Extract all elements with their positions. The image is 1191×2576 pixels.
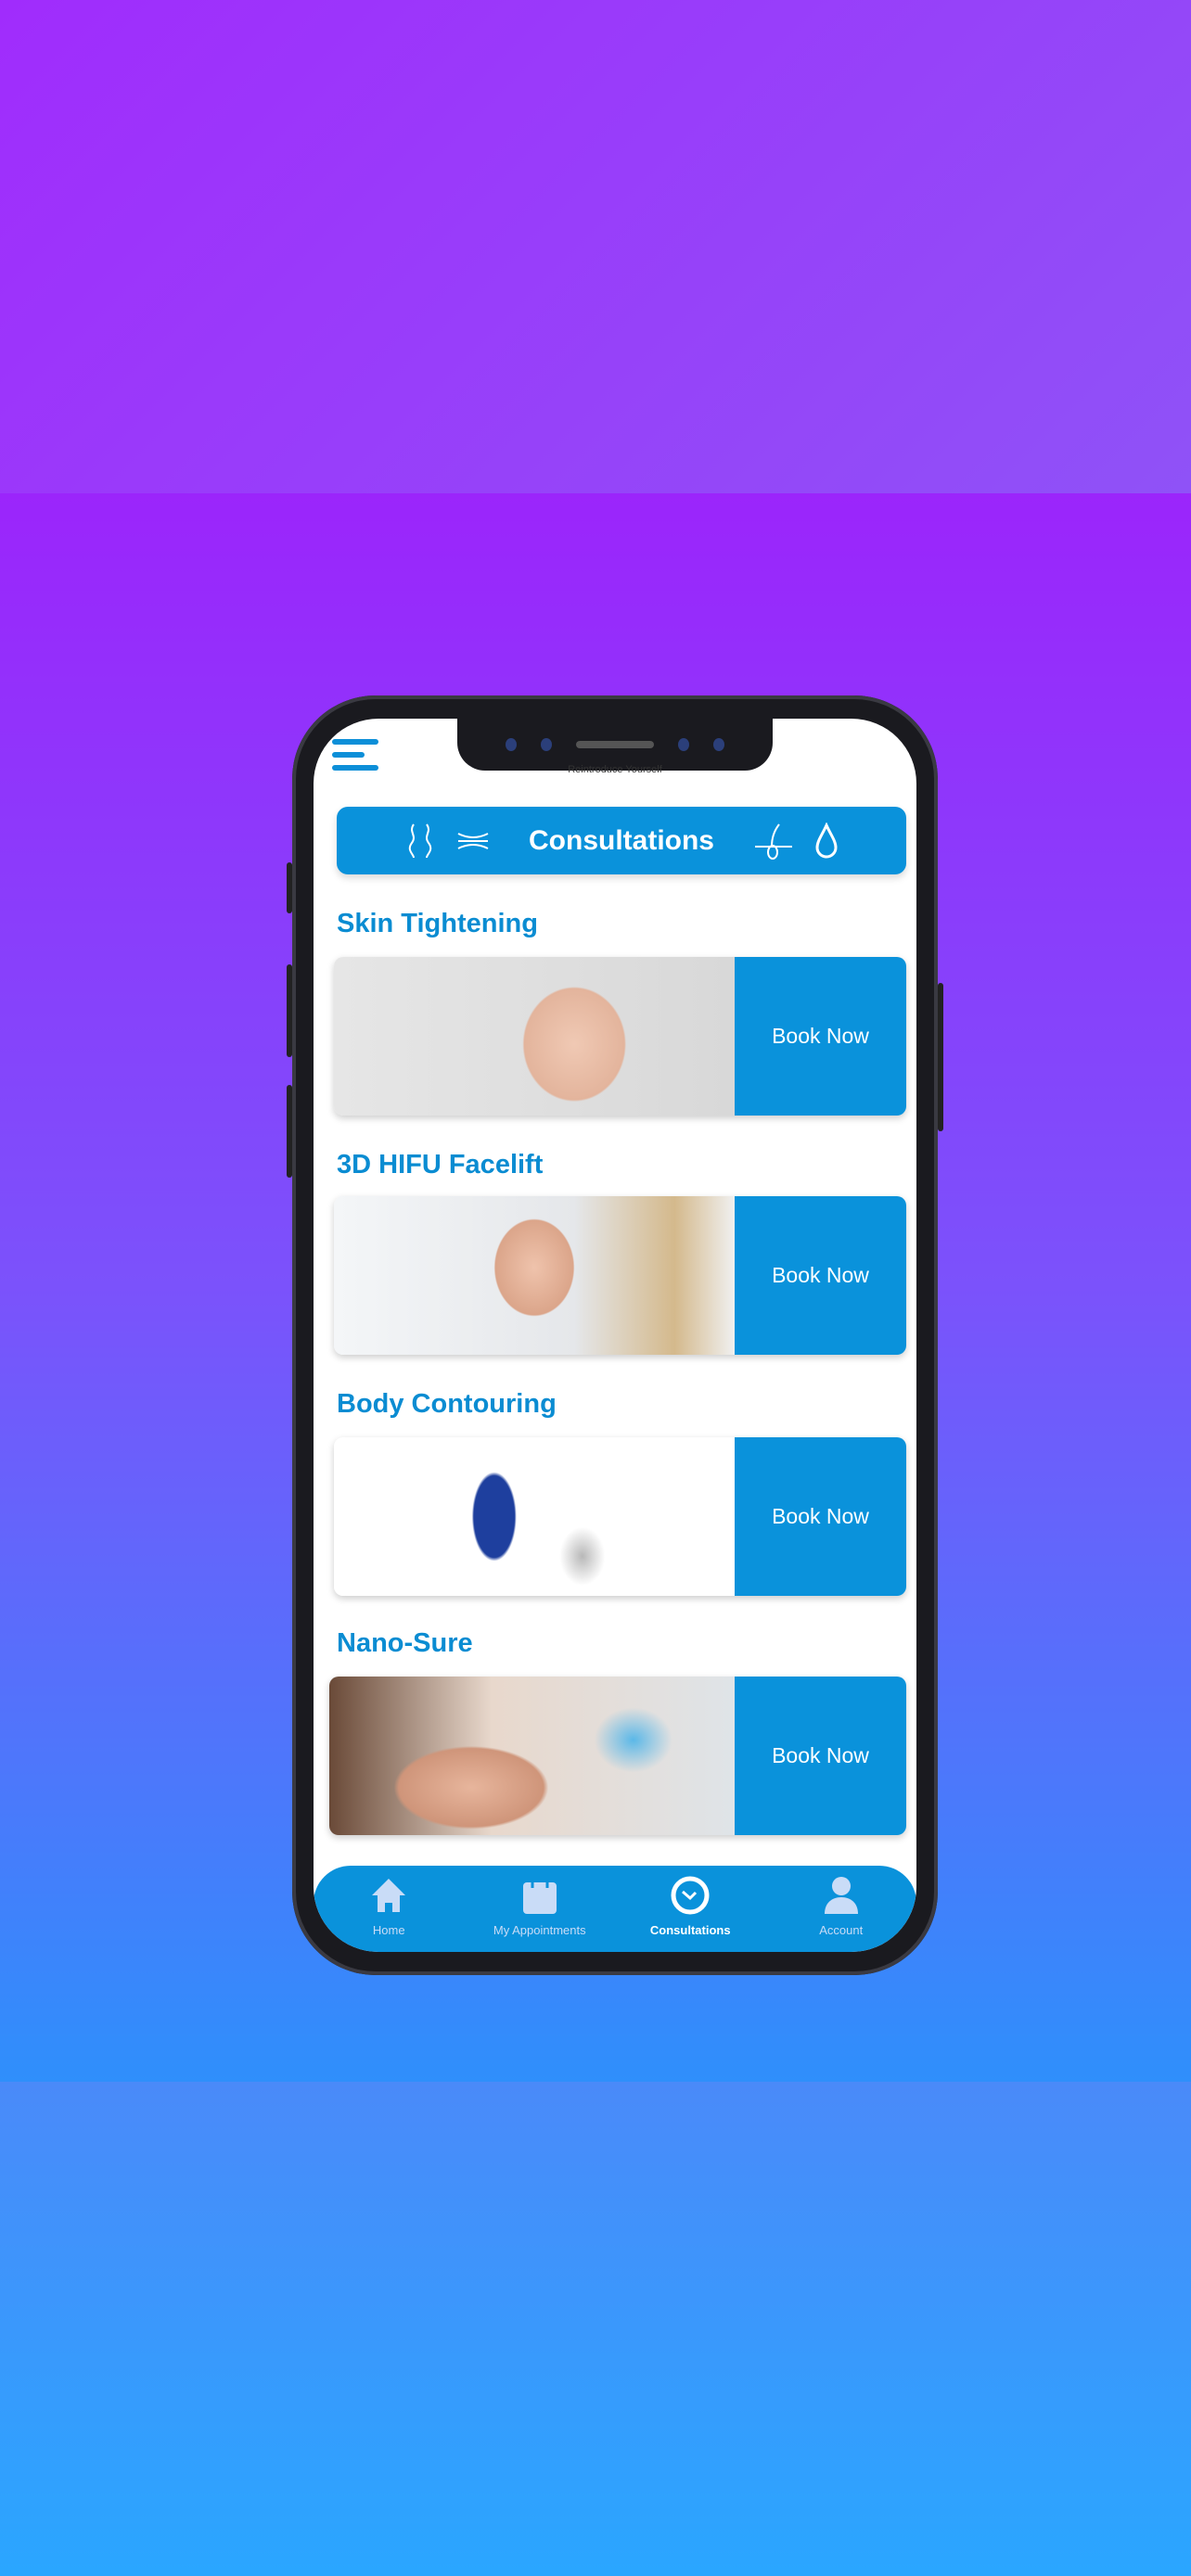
service-title: Body Contouring bbox=[337, 1389, 557, 1419]
nav-label: My Appointments bbox=[493, 1923, 586, 1937]
nav-home[interactable]: Home bbox=[324, 1875, 454, 1937]
service-title: 3D HIFU Facelift bbox=[337, 1150, 544, 1180]
hair-follicle-icon bbox=[755, 823, 792, 860]
body-contouring-image bbox=[334, 1437, 735, 1596]
background-top bbox=[0, 0, 1191, 493]
header-title: Consultations bbox=[529, 824, 714, 856]
book-now-button[interactable]: Book Now bbox=[735, 1677, 906, 1835]
app-screen: Reintroduce Yourself Consultations Skin … bbox=[314, 719, 916, 1952]
nav-consultations[interactable]: Consultations bbox=[625, 1875, 755, 1937]
nav-my-appointments[interactable]: My Appointments bbox=[475, 1875, 605, 1937]
book-now-button[interactable]: Book Now bbox=[735, 1437, 906, 1596]
service-card[interactable]: Book Now bbox=[334, 1437, 906, 1596]
nav-account[interactable]: Account bbox=[776, 1875, 906, 1937]
service-card[interactable]: Book Now bbox=[334, 957, 906, 1116]
hifu-facelift-image bbox=[334, 1196, 735, 1355]
service-title: Nano-Sure bbox=[337, 1628, 473, 1658]
service-card[interactable]: Book Now bbox=[334, 1196, 906, 1355]
nav-label: Consultations bbox=[649, 1923, 731, 1937]
phone-button bbox=[287, 862, 292, 913]
service-title: Skin Tightening bbox=[337, 909, 538, 938]
book-now-button[interactable]: Book Now bbox=[735, 1196, 906, 1355]
user-icon bbox=[824, 1877, 858, 1914]
background-bottom bbox=[0, 2082, 1191, 2576]
home-icon bbox=[372, 1879, 406, 1912]
phone-button bbox=[287, 1085, 292, 1178]
phone-frame: Reintroduce Yourself Consultations Skin … bbox=[287, 695, 943, 1975]
nav-label: Home bbox=[372, 1923, 405, 1937]
compress-icon bbox=[457, 832, 489, 849]
body-contour-icon bbox=[408, 823, 432, 858]
phone-button bbox=[287, 964, 292, 1057]
phone-button bbox=[938, 983, 943, 1131]
droplet-icon bbox=[815, 822, 838, 858]
bottom-nav: Home My Appointments Consultations Accou… bbox=[314, 1866, 916, 1952]
consultations-header: Consultations bbox=[337, 807, 906, 874]
clock-icon bbox=[671, 1876, 710, 1915]
skin-tightening-image bbox=[334, 957, 735, 1116]
book-now-button[interactable]: Book Now bbox=[735, 957, 906, 1116]
service-card[interactable]: Book Now bbox=[329, 1677, 906, 1835]
tagline: Reintroduce Yourself bbox=[568, 764, 662, 775]
nav-label: Account bbox=[819, 1923, 864, 1937]
nano-sure-image bbox=[329, 1677, 735, 1835]
calendar-icon bbox=[522, 1877, 557, 1914]
notch bbox=[457, 719, 773, 771]
